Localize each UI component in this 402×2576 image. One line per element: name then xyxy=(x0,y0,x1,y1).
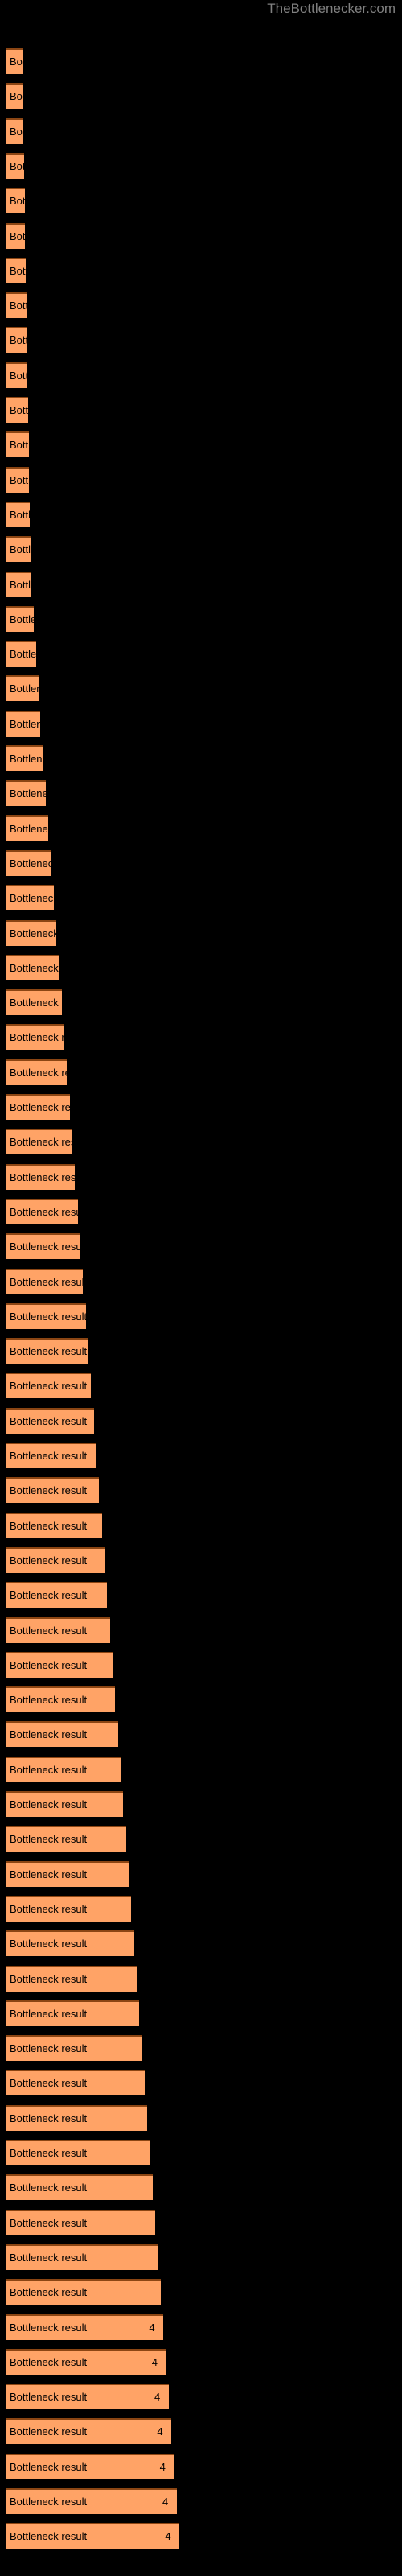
bar[interactable] xyxy=(6,2070,146,2096)
bar[interactable] xyxy=(6,2453,174,2479)
bar[interactable] xyxy=(6,849,51,876)
bar[interactable] xyxy=(6,397,28,423)
bar[interactable] xyxy=(6,1512,102,1538)
bar[interactable] xyxy=(6,2488,177,2514)
bar[interactable] xyxy=(6,188,25,214)
bar[interactable] xyxy=(6,1373,92,1399)
bar[interactable] xyxy=(6,1651,113,1678)
bar[interactable] xyxy=(6,222,26,249)
bar[interactable] xyxy=(6,571,32,597)
bar[interactable] xyxy=(6,431,29,458)
bar[interactable] xyxy=(6,1233,81,1260)
bar[interactable] xyxy=(6,1791,124,1817)
bar-series-container: Bottleneck result Bottleneck result Bottle… xyxy=(0,0,402,2576)
bar[interactable] xyxy=(6,1756,121,1782)
bar[interactable] xyxy=(6,675,39,702)
bar[interactable] xyxy=(6,327,27,353)
bar[interactable] xyxy=(6,292,27,319)
bar[interactable] xyxy=(6,2104,148,2131)
bar[interactable] xyxy=(6,152,24,179)
bar[interactable] xyxy=(6,2244,158,2270)
bar[interactable] xyxy=(6,2035,142,2062)
bar[interactable] xyxy=(6,1163,76,1190)
bar[interactable] xyxy=(6,501,31,527)
bar[interactable] xyxy=(6,710,41,737)
bar[interactable] xyxy=(6,1686,116,1713)
bar[interactable] xyxy=(6,2523,180,2549)
bar[interactable] xyxy=(6,1965,137,1992)
bar[interactable] xyxy=(6,1616,110,1643)
bar[interactable] xyxy=(6,2348,166,2375)
bar[interactable] xyxy=(6,989,62,1016)
bar[interactable] xyxy=(6,118,24,144)
bar[interactable] xyxy=(6,1268,84,1294)
bar[interactable] xyxy=(6,1721,118,1748)
bar[interactable] xyxy=(6,2418,172,2445)
bottleneck-bar-chart: TheBottlenecker.com Bottleneck result Bot… xyxy=(0,0,402,2576)
bar[interactable] xyxy=(6,745,43,771)
bar[interactable] xyxy=(6,1302,86,1329)
bar[interactable] xyxy=(6,1407,94,1434)
bar[interactable] xyxy=(6,48,23,74)
bar[interactable] xyxy=(6,1477,100,1504)
bar[interactable] xyxy=(6,885,54,911)
bar[interactable] xyxy=(6,1094,70,1120)
bar[interactable] xyxy=(6,257,26,283)
bar[interactable] xyxy=(6,2314,164,2340)
bar[interactable] xyxy=(6,2209,156,2235)
bar[interactable] xyxy=(6,1024,65,1051)
bar[interactable] xyxy=(6,2140,150,2165)
bar[interactable] xyxy=(6,780,46,807)
bar[interactable] xyxy=(6,1198,78,1224)
bar[interactable] xyxy=(6,1546,105,1573)
bar[interactable] xyxy=(6,1826,126,1852)
bar[interactable] xyxy=(6,1895,132,1922)
bar[interactable] xyxy=(6,815,49,841)
bar[interactable] xyxy=(6,2279,162,2306)
bar[interactable] xyxy=(6,605,34,632)
bar[interactable] xyxy=(6,1129,73,1155)
bar[interactable] xyxy=(6,1582,108,1608)
bar[interactable] xyxy=(6,2174,154,2201)
bar[interactable] xyxy=(6,1860,129,1887)
bar[interactable] xyxy=(6,2384,170,2410)
bar[interactable] xyxy=(6,641,36,667)
bar[interactable] xyxy=(6,466,30,493)
bar[interactable] xyxy=(6,1338,89,1364)
bar[interactable] xyxy=(6,954,59,980)
bar[interactable] xyxy=(6,919,57,946)
bar[interactable] xyxy=(6,83,23,109)
bar[interactable] xyxy=(6,536,31,563)
bar[interactable] xyxy=(6,1059,68,1085)
bar[interactable] xyxy=(6,2000,140,2026)
bar[interactable] xyxy=(6,361,27,388)
bar[interactable] xyxy=(6,1443,97,1468)
bar[interactable] xyxy=(6,1930,134,1957)
